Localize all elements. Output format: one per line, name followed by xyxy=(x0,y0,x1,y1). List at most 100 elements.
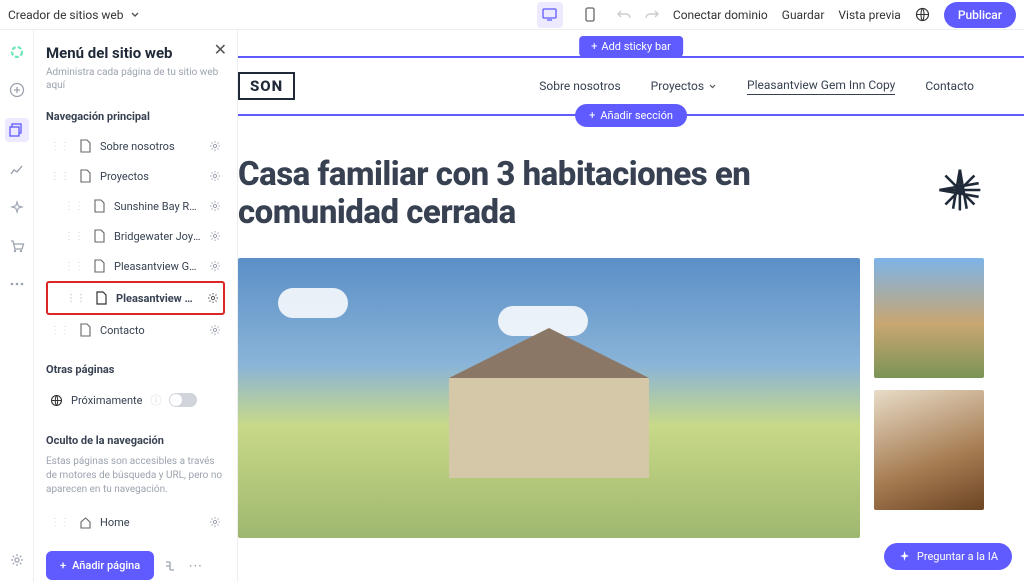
rail-store-icon[interactable] xyxy=(7,236,27,256)
preview-link[interactable]: Vista previa xyxy=(838,8,900,22)
nav-item-label: Pleasantview Gem Inn Copy xyxy=(116,292,199,305)
rail-more-icon[interactable] xyxy=(7,274,27,294)
pages-panel: ✕ Menú del sitio web Administra cada pág… xyxy=(34,30,238,582)
panel-title: Menú del sitio web xyxy=(46,44,225,62)
thumbnail-image[interactable] xyxy=(874,258,984,378)
gear-icon[interactable] xyxy=(209,140,221,152)
globe-button[interactable] xyxy=(915,7,930,22)
nav-item-label: Pleasantview Gem I... xyxy=(114,260,201,273)
nav-item-label: Bridgewater Joy Res... xyxy=(114,230,201,243)
nav-item[interactable]: ⋮⋮ Contacto xyxy=(46,315,225,345)
redo-icon xyxy=(645,8,659,22)
nav-item-label: Sobre nosotros xyxy=(100,140,201,153)
nav-item-home[interactable]: ⋮⋮ Home xyxy=(46,507,225,537)
site-nav-label: Proyectos xyxy=(651,79,704,93)
rail-settings-icon[interactable] xyxy=(7,550,27,570)
nav-item[interactable]: ⋮⋮ Pleasantview Gem I... xyxy=(46,251,225,281)
hidden-nav-label: Oculto de la navegación xyxy=(46,434,225,447)
drag-handle-icon[interactable]: ⋮⋮ xyxy=(66,293,86,304)
drag-handle-icon[interactable]: ⋮⋮ xyxy=(64,201,84,212)
hidden-nav-description: Estas páginas son accesibles a través de… xyxy=(46,455,225,497)
info-icon[interactable]: ⓘ xyxy=(150,392,161,408)
page-icon xyxy=(78,323,92,337)
add-page-button[interactable]: + Añadir página xyxy=(46,551,154,580)
gear-icon[interactable] xyxy=(209,200,221,212)
rail-add-icon[interactable] xyxy=(7,80,27,100)
drag-handle-icon[interactable]: ⋮⋮ xyxy=(50,325,70,336)
chevron-down-icon xyxy=(130,10,140,20)
site-nav-item-active[interactable]: Pleasantview Gem Inn Copy xyxy=(747,78,895,95)
other-pages-label: Otras páginas xyxy=(46,363,225,376)
plus-icon: + xyxy=(591,40,597,53)
page-icon xyxy=(92,229,106,243)
thumbnail-image[interactable] xyxy=(874,390,984,510)
publish-button[interactable]: Publicar xyxy=(944,2,1016,28)
nav-item[interactable]: ⋮⋮ Proyectos xyxy=(46,161,225,191)
save-link[interactable]: Guardar xyxy=(782,8,825,22)
product-selector[interactable]: Creador de sitios web xyxy=(8,8,140,22)
home-icon xyxy=(78,515,92,529)
nav-item[interactable]: ⋮⋮ Bridgewater Joy Res... xyxy=(46,221,225,251)
coming-soon-label: Próximamente xyxy=(71,394,142,407)
left-icon-rail xyxy=(0,30,34,582)
site-nav-item[interactable]: Sobre nosotros xyxy=(539,78,620,95)
drag-handle-icon[interactable]: ⋮⋮ xyxy=(64,261,84,272)
cloud-decoration xyxy=(278,288,348,318)
site-nav-item[interactable]: Contacto xyxy=(925,78,974,95)
connect-domain-link[interactable]: Conectar dominio xyxy=(673,8,768,22)
coming-soon-toggle[interactable] xyxy=(169,393,197,407)
ask-ai-button[interactable]: Preguntar a la IA xyxy=(884,543,1012,570)
page-headline[interactable]: Casa familiar con 3 habitaciones en comu… xyxy=(238,156,918,232)
globe-icon xyxy=(915,7,930,22)
site-nav: Sobre nosotros Proyectos Pleasantview Ge… xyxy=(539,78,974,95)
nav-item[interactable]: ⋮⋮ Sobre nosotros xyxy=(46,131,225,161)
drag-handle-icon[interactable]: ⋮⋮ xyxy=(50,141,70,152)
page-icon xyxy=(78,139,92,153)
sticky-bar-label: Add sticky bar xyxy=(601,40,670,53)
hero-image-main[interactable] xyxy=(238,258,860,538)
nav-item-label: Contacto xyxy=(100,324,201,337)
nav-item-label: Proyectos xyxy=(100,170,201,183)
add-sticky-bar-button[interactable]: + Add sticky bar xyxy=(579,36,683,57)
undo-button[interactable] xyxy=(617,8,631,22)
page-icon xyxy=(92,259,106,273)
redo-button[interactable] xyxy=(645,8,659,22)
gear-icon[interactable] xyxy=(209,170,221,182)
rail-sparkle-icon[interactable] xyxy=(7,198,27,218)
site-logo[interactable]: SON xyxy=(238,72,295,100)
globe-icon xyxy=(50,394,63,407)
gear-icon[interactable] xyxy=(209,324,221,336)
drag-handle-icon[interactable]: ⋮⋮ xyxy=(50,517,70,528)
more-icon[interactable]: ⋯ xyxy=(188,558,202,574)
desktop-view-button[interactable] xyxy=(537,2,563,28)
rail-pages-icon[interactable] xyxy=(5,118,29,142)
drag-handle-icon[interactable]: ⋮⋮ xyxy=(64,231,84,242)
undo-icon xyxy=(617,8,631,22)
site-canvas[interactable]: + Add sticky bar SON Sobre nosotros Proy… xyxy=(238,30,1024,582)
gear-icon[interactable] xyxy=(209,516,221,528)
site-nav-item[interactable]: Proyectos xyxy=(651,78,717,95)
close-panel-button[interactable]: ✕ xyxy=(214,40,227,59)
drag-handle-icon[interactable]: ⋮⋮ xyxy=(50,171,70,182)
nav-item[interactable]: ⋮⋮ Sunshine Bay Resid... xyxy=(46,191,225,221)
hierarchy-icon[interactable] xyxy=(164,559,178,573)
mobile-view-button[interactable] xyxy=(577,2,603,28)
main-nav-label: Navegación principal xyxy=(46,110,225,123)
star-decoration-icon xyxy=(936,162,984,218)
sparkle-icon xyxy=(898,550,911,563)
add-section-button[interactable]: + Añadir sección xyxy=(575,104,687,127)
nav-item-label: Sunshine Bay Resid... xyxy=(114,200,201,213)
rail-home-icon[interactable] xyxy=(7,42,27,62)
rail-analytics-icon[interactable] xyxy=(7,160,27,180)
add-page-label: Añadir página xyxy=(72,559,140,572)
plus-icon: + xyxy=(60,559,66,572)
ask-ai-label: Preguntar a la IA xyxy=(917,550,998,563)
gear-icon[interactable] xyxy=(209,230,221,242)
nav-item-highlighted[interactable]: ⋮⋮ Pleasantview Gem Inn Copy xyxy=(46,281,225,315)
gear-icon[interactable] xyxy=(207,292,219,304)
house-decoration xyxy=(449,378,649,478)
site-header-section[interactable]: SON Sobre nosotros Proyectos Pleasantvie… xyxy=(238,56,1024,116)
gear-icon[interactable] xyxy=(209,260,221,272)
panel-subtitle: Administra cada página de tu sitio web a… xyxy=(46,66,225,92)
plus-icon: + xyxy=(589,109,595,122)
